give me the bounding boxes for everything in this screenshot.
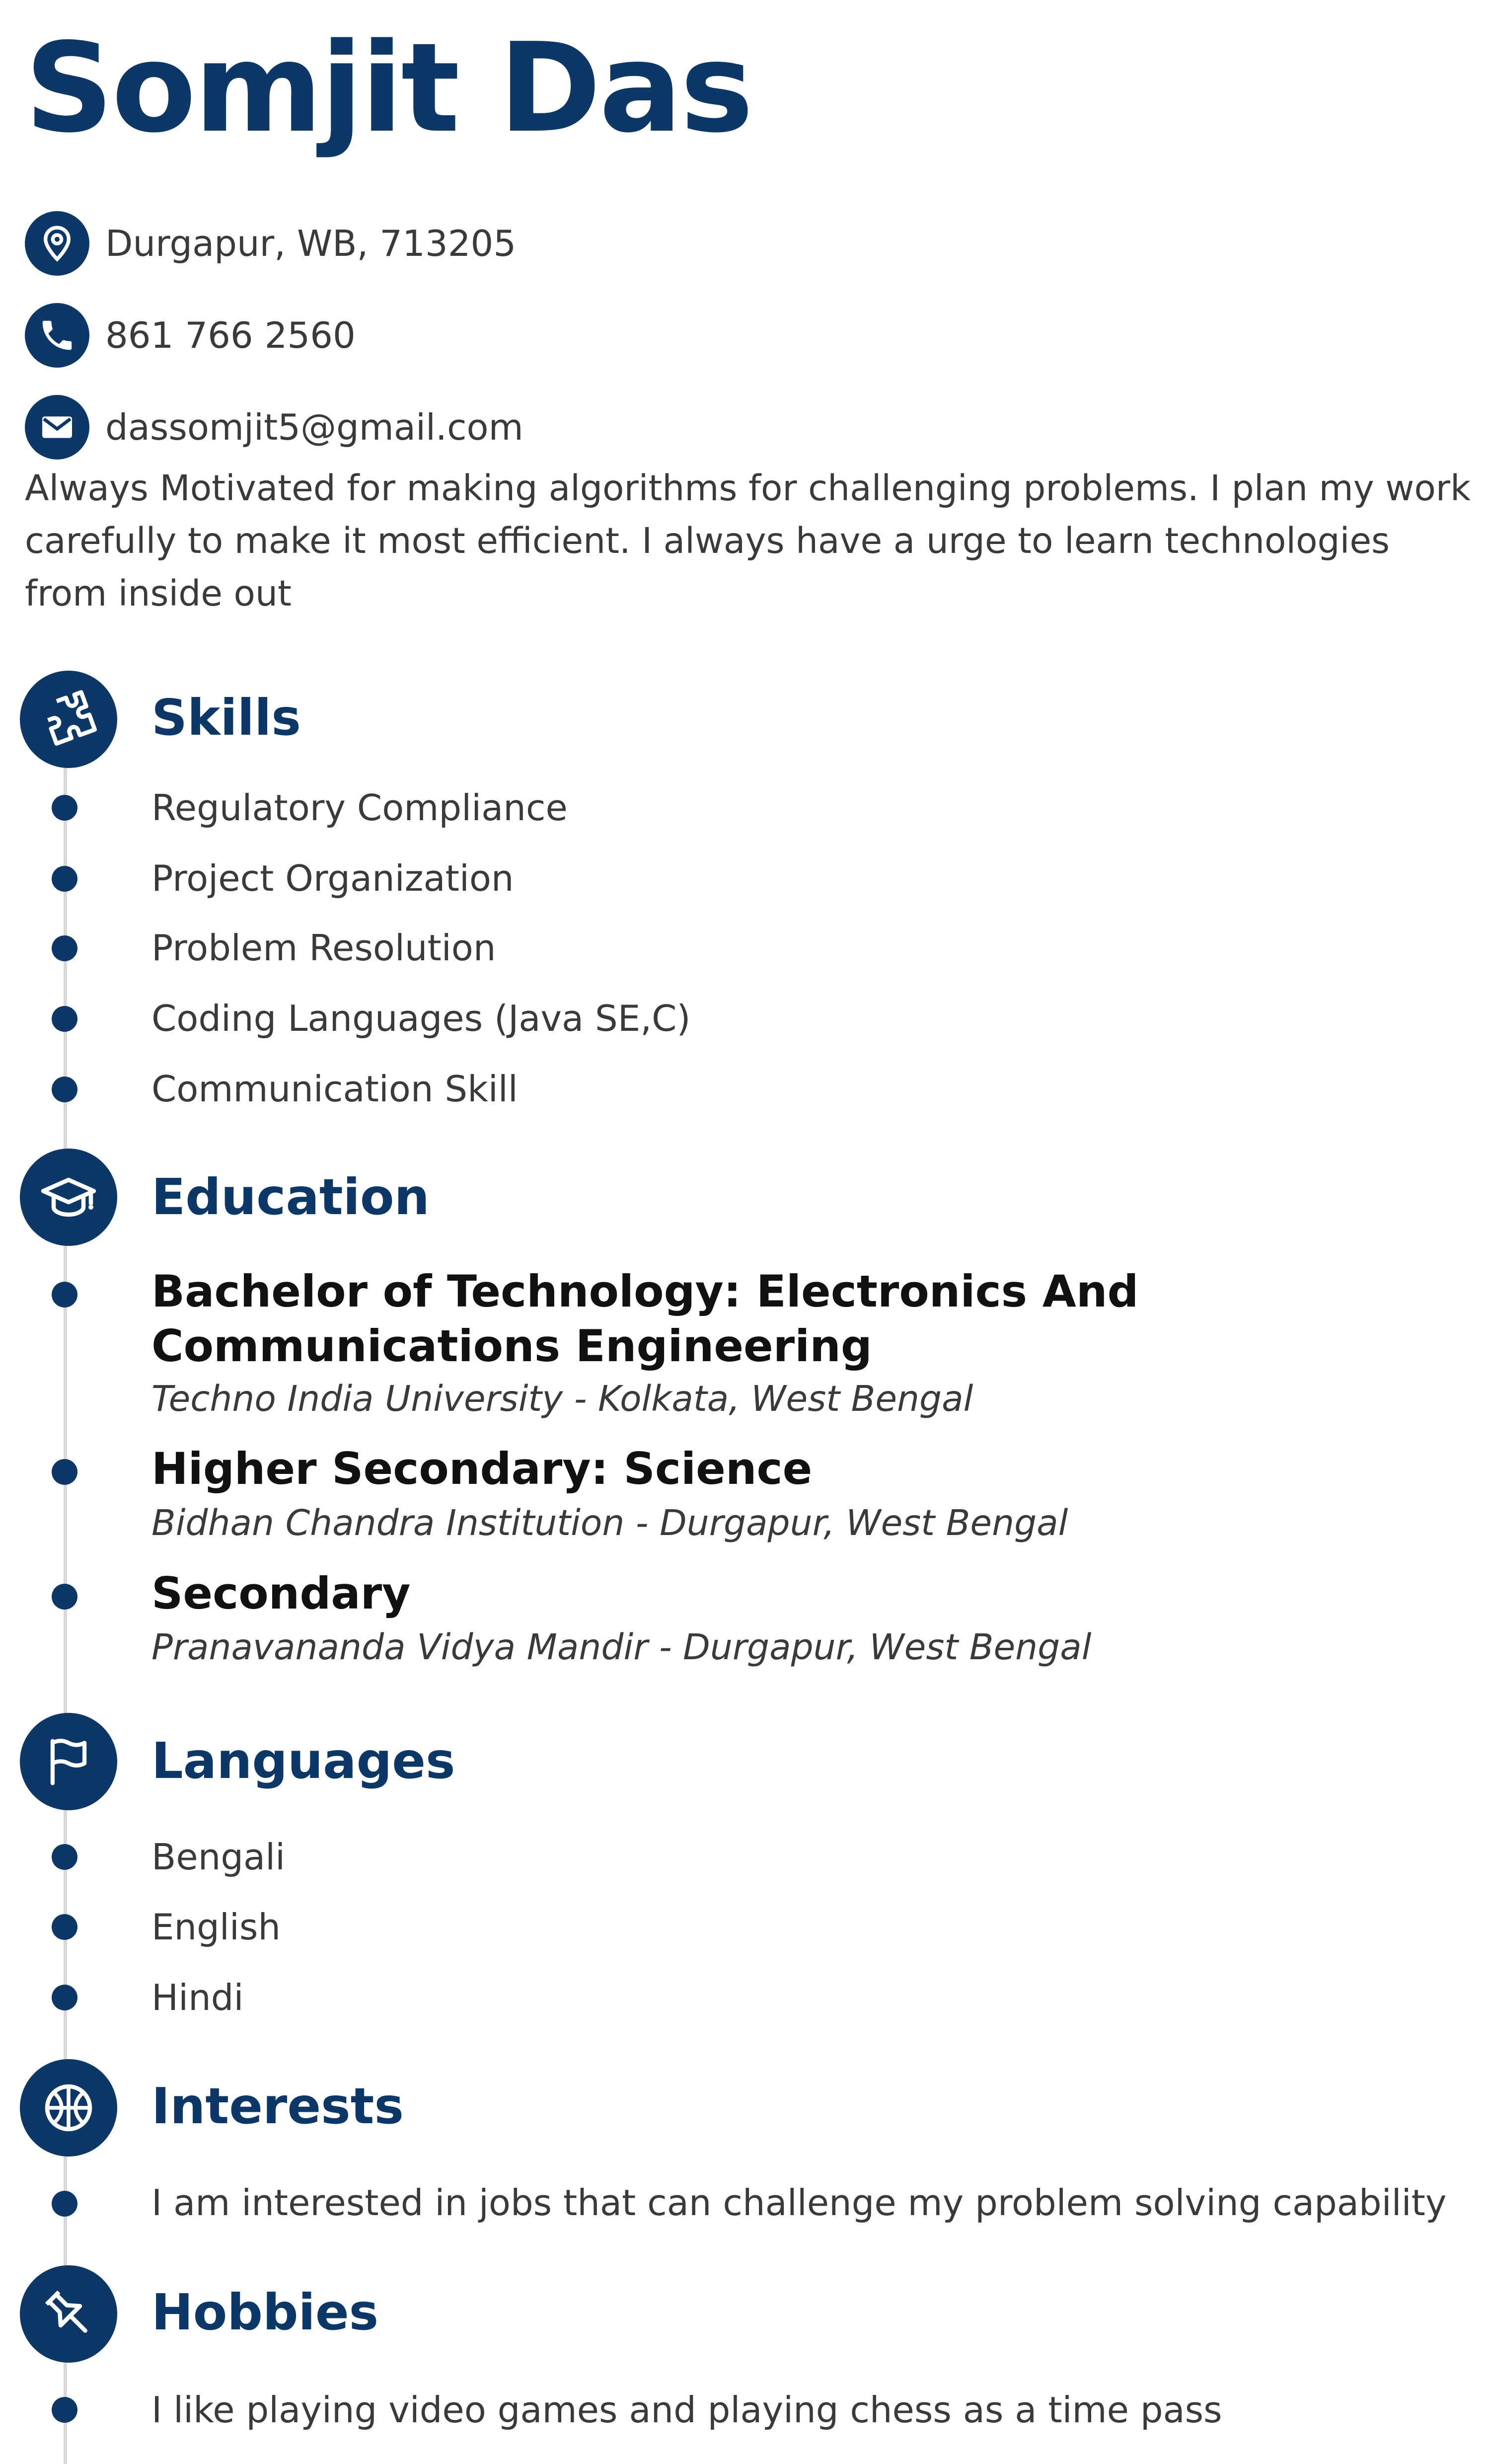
- skill-bullet: [52, 1006, 77, 1032]
- skill-bullet: [52, 866, 77, 892]
- professional-summary: Always Motivated for making algorithms f…: [25, 467, 1471, 614]
- education-school: Bidhan Chandra Institution - Durgapur, W…: [151, 1502, 1068, 1543]
- language-item: Bengali: [151, 1836, 286, 1878]
- interest-item: I am interested in jobs that can challen…: [151, 2182, 1447, 2224]
- education-school: Techno India University - Kolkata, West …: [151, 1378, 973, 1419]
- skill-bullet: [52, 795, 77, 821]
- contact-address: Durgapur, WB, 713205: [25, 211, 516, 276]
- pushpin-icon: [20, 2265, 117, 2363]
- education-bullet: [52, 1459, 77, 1485]
- candidate-name: Somjit Das: [25, 17, 753, 160]
- envelope-icon: [25, 395, 89, 460]
- education-bullet: [52, 1282, 77, 1308]
- education-bullet: [52, 1584, 77, 1610]
- hobbies-heading: Hobbies: [151, 2283, 379, 2341]
- skill-bullet: [52, 1077, 77, 1102]
- contact-phone: 861 766 2560: [25, 303, 356, 368]
- language-item: Hindi: [151, 1977, 244, 2018]
- hobby-item: I like playing video games and playing c…: [151, 2389, 1222, 2431]
- language-bullet: [52, 1914, 77, 1940]
- location-pin-icon: [25, 211, 89, 276]
- phone-icon: [25, 303, 89, 368]
- language-bullet: [52, 1844, 77, 1870]
- education-degree: Secondary: [151, 1568, 411, 1619]
- hobby-bullet: [52, 2397, 77, 2423]
- email-text[interactable]: dassomjit5@gmail.com: [105, 406, 523, 448]
- skill-item: Project Organization: [151, 857, 514, 899]
- education-school: Pranavananda Vidya Mandir - Durgapur, We…: [151, 1626, 1092, 1668]
- interest-bullet: [52, 2191, 77, 2217]
- language-item: English: [151, 1906, 281, 1948]
- language-bullet: [52, 1985, 77, 2010]
- skills-heading: Skills: [151, 689, 301, 747]
- contact-email: dassomjit5@gmail.com: [25, 395, 523, 460]
- phone-text: 861 766 2560: [105, 314, 356, 356]
- skill-item: Problem Resolution: [151, 927, 496, 969]
- puzzle-piece-icon: [20, 671, 117, 768]
- skill-item: Regulatory Compliance: [151, 787, 568, 829]
- education-heading: Education: [151, 1168, 430, 1226]
- interests-heading: Interests: [151, 2077, 404, 2135]
- flag-icon: [20, 1713, 117, 1810]
- skill-bullet: [52, 935, 77, 961]
- education-degree: Bachelor of Technology: Electronics And …: [151, 1266, 1139, 1372]
- basketball-icon: [20, 2059, 117, 2156]
- graduation-cap-icon: [20, 1149, 117, 1246]
- languages-heading: Languages: [151, 1732, 455, 1790]
- skill-item: Communication Skill: [151, 1068, 518, 1110]
- skill-item: Coding Languages (Java SE,C): [151, 998, 691, 1039]
- address-text: Durgapur, WB, 713205: [105, 223, 517, 264]
- education-degree: Higher Secondary: Science: [151, 1443, 813, 1494]
